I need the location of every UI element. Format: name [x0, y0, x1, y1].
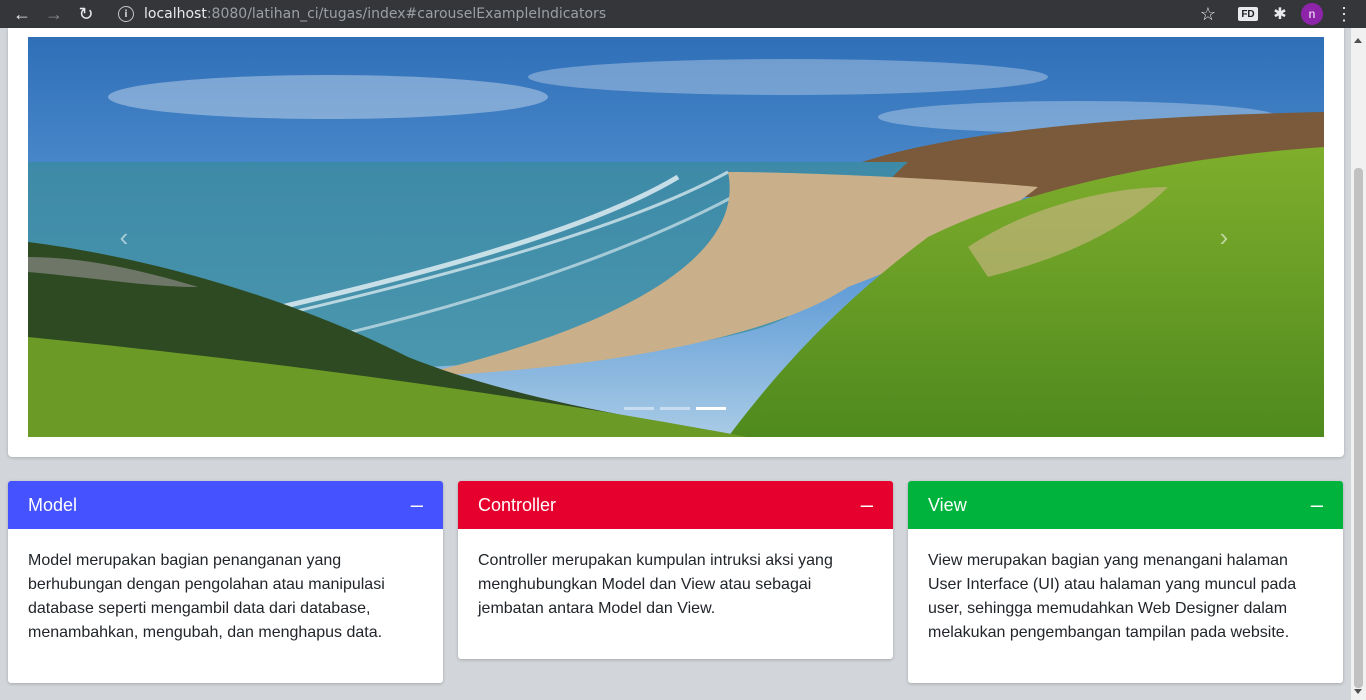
controller-card-header: Controller –: [458, 481, 893, 529]
scroll-up-icon[interactable]: [1354, 38, 1362, 43]
browser-toolbar: ← → ↻ i localhost:8080/latihan_ci/tugas/…: [0, 0, 1366, 28]
carousel-indicators: [624, 407, 726, 410]
carousel-indicator-2[interactable]: [660, 407, 690, 410]
site-info-icon[interactable]: i: [118, 6, 134, 22]
controller-card-title: Controller: [478, 494, 557, 515]
extensions-puzzle-icon[interactable]: ✱: [1270, 4, 1290, 24]
fd-extension-icon[interactable]: FD: [1238, 7, 1258, 21]
model-card-header: Model –: [8, 481, 443, 529]
browser-menu-icon[interactable]: ⋮: [1334, 4, 1354, 24]
address-bar[interactable]: i localhost:8080/latihan_ci/tugas/index#…: [112, 2, 1232, 26]
url-path: :8080/latihan_ci/tugas/index#carouselExa…: [206, 6, 607, 22]
carousel-next-icon[interactable]: ›: [1204, 217, 1244, 257]
carousel-card: ‹ ›: [8, 28, 1344, 457]
scrollbar-thumb[interactable]: [1354, 168, 1363, 688]
scroll-down-icon[interactable]: [1354, 689, 1362, 694]
controller-card: Controller – Controller merupakan kumpul…: [458, 481, 893, 659]
bookmark-star-icon[interactable]: ☆: [1198, 4, 1218, 24]
back-icon[interactable]: ←: [12, 4, 32, 24]
view-card: View – View merupakan bagian yang menang…: [908, 481, 1343, 683]
forward-icon[interactable]: →: [44, 4, 64, 24]
model-card: Model – Model merupakan bagian penangana…: [8, 481, 443, 683]
controller-card-text: Controller merupakan kumpulan intruksi a…: [478, 552, 833, 617]
view-card-header: View –: [908, 481, 1343, 529]
carousel-indicator-3[interactable]: [696, 407, 726, 410]
model-card-text: Model merupakan bagian penanganan yang b…: [28, 552, 385, 641]
reload-icon[interactable]: ↻: [76, 4, 96, 24]
minimize-icon[interactable]: –: [1311, 494, 1323, 516]
minimize-icon[interactable]: –: [861, 494, 873, 516]
page-scrollbar[interactable]: [1351, 28, 1366, 700]
view-card-text: View merupakan bagian yang menangani hal…: [928, 552, 1297, 641]
minimize-icon[interactable]: –: [411, 494, 423, 516]
model-card-title: Model: [28, 494, 78, 515]
carousel-indicator-1[interactable]: [624, 407, 654, 410]
view-card-title: View: [928, 494, 967, 515]
coastline-landscape-image: [28, 37, 1324, 437]
image-carousel: ‹ ›: [28, 37, 1324, 437]
url-host: localhost: [144, 6, 207, 22]
carousel-prev-icon[interactable]: ‹: [104, 217, 144, 257]
profile-avatar[interactable]: n: [1301, 3, 1323, 25]
